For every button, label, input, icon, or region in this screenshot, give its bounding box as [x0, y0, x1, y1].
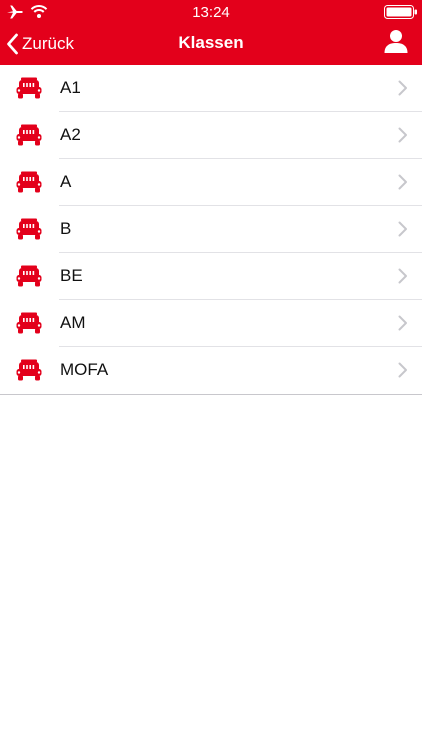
status-bar: 13:24 — [0, 0, 422, 26]
list-item-label: A — [60, 172, 72, 191]
battery-icon — [384, 5, 417, 19]
page-title: Klassen — [178, 33, 244, 52]
car-icon — [16, 124, 42, 146]
list-item-label: AM — [60, 313, 86, 332]
car-icon — [16, 312, 42, 334]
header: 13:24 Zurück Klassen — [0, 0, 422, 65]
chevron-right-icon — [398, 221, 407, 237]
list-item-a2[interactable]: A2 — [0, 112, 422, 159]
chevron-right-icon — [398, 174, 407, 190]
status-time: 13:24 — [192, 4, 230, 21]
list-item-label: BE — [60, 266, 83, 285]
list-item-be[interactable]: BE — [0, 253, 422, 300]
chevron-right-icon — [398, 127, 407, 143]
list-item-label: A2 — [60, 125, 81, 144]
list-item-mofa[interactable]: MOFA — [0, 347, 422, 394]
list-item-b[interactable]: B — [0, 206, 422, 253]
chevron-right-icon — [398, 315, 407, 331]
list-item-label: A1 — [60, 78, 81, 97]
class-list: A1 A2 A B BE AM MOFA — [0, 65, 422, 395]
list-item-a[interactable]: A — [0, 159, 422, 206]
car-icon — [16, 359, 42, 381]
list-item-am[interactable]: AM — [0, 300, 422, 347]
car-icon — [16, 77, 42, 99]
list-item-label: MOFA — [60, 360, 109, 379]
chevron-right-icon — [398, 268, 407, 284]
list-item-label: B — [60, 219, 72, 238]
car-icon — [16, 265, 42, 287]
car-icon — [16, 171, 42, 193]
car-icon — [16, 218, 42, 240]
person-icon — [384, 30, 408, 53]
chevron-right-icon — [398, 80, 407, 96]
profile-button[interactable] — [384, 29, 408, 59]
chevron-right-icon — [398, 362, 407, 378]
nav-bar: Zurück Klassen — [0, 26, 422, 65]
list-item-a1[interactable]: A1 — [0, 65, 422, 112]
